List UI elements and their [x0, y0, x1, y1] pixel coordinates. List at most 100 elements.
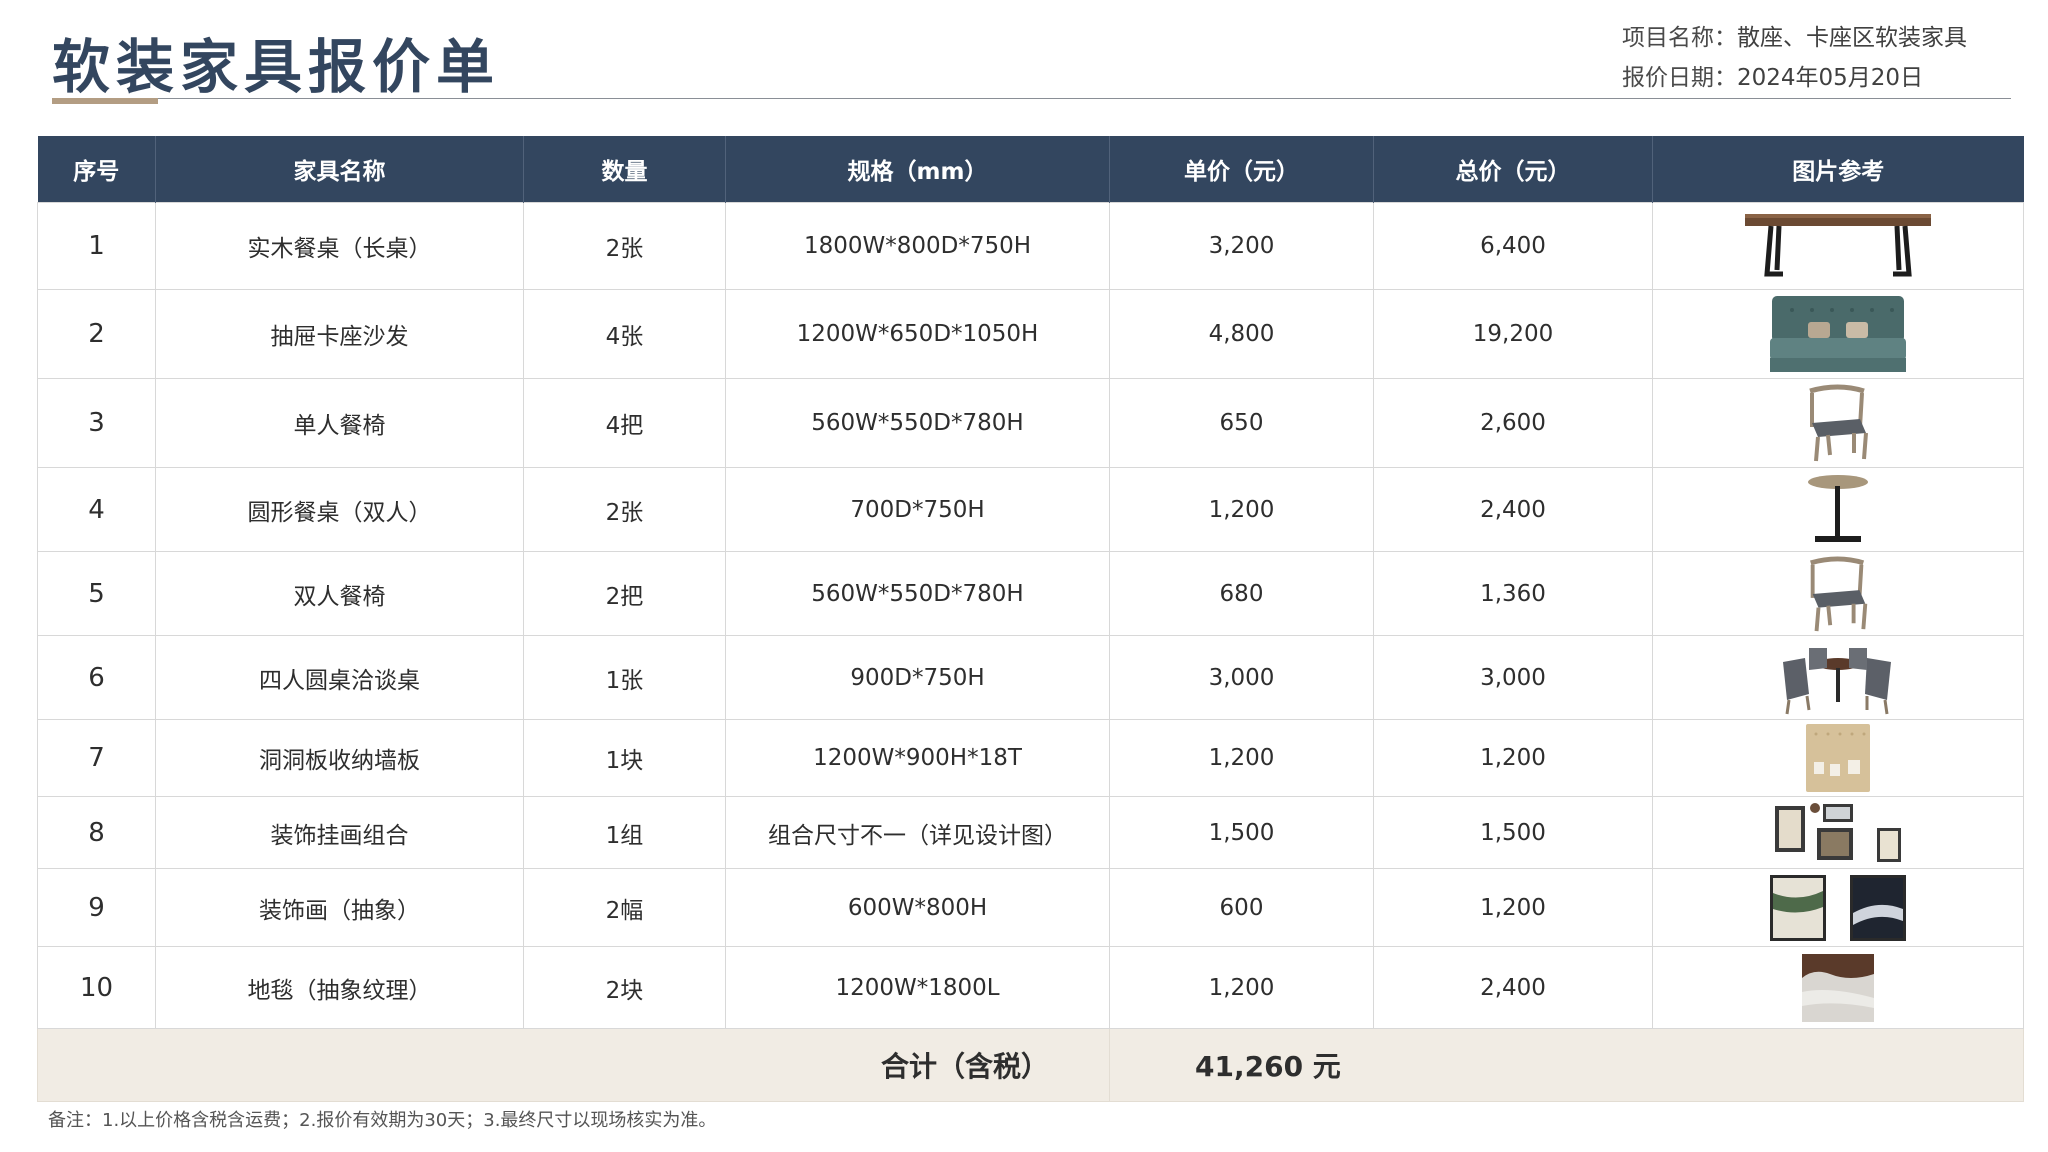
dining-chair-icon — [1809, 384, 1868, 462]
date-value: 2024年05月20日 — [1737, 65, 1924, 91]
col-header-unit-price: 单价（元） — [1109, 136, 1374, 203]
cell-total-price: 6,400 — [1373, 202, 1653, 290]
total-label: 合计（含税） — [37, 1028, 1110, 1102]
booth-sofa-icon — [1770, 296, 1906, 372]
cell-qty: 1组 — [523, 796, 726, 869]
table-row: 10 地毯（抽象纹理） 2块 1200W*1800L 1,200 2,400 — [37, 946, 2024, 1029]
cell-spec: 900D*750H — [725, 635, 1110, 720]
cell-unit-price: 4,800 — [1109, 289, 1374, 379]
cell-no: 1 — [37, 202, 156, 290]
date-label: 报价日期： — [1622, 65, 1737, 91]
cell-unit-price: 3,200 — [1109, 202, 1374, 290]
cell-name: 地毯（抽象纹理） — [155, 946, 524, 1029]
cell-no: 2 — [37, 289, 156, 379]
title-accent-bar — [52, 98, 158, 104]
cell-image — [1652, 868, 2024, 947]
cell-no: 6 — [37, 635, 156, 720]
cell-name: 装饰画（抽象） — [155, 868, 524, 947]
table-row: 9 装饰画（抽象） 2幅 600W*800H 600 1,200 — [37, 868, 2024, 947]
frame-gallery-icon — [1775, 802, 1901, 862]
table-header-row: 序号 家具名称 数量 规格（mm） 单价（元） 总价（元） 图片参考 — [37, 136, 2024, 203]
pegboard-icon — [1806, 724, 1870, 792]
dining-chair-icon — [1810, 555, 1868, 631]
total-row: 合计（含税） 41,260 元 — [37, 1028, 2024, 1102]
cell-qty: 4把 — [523, 378, 726, 468]
cell-image — [1652, 467, 2024, 552]
quote-table: 序号 家具名称 数量 规格（mm） 单价（元） 总价（元） 图片参考 1 实木餐… — [37, 136, 2024, 1102]
project-label: 项目名称： — [1622, 25, 1737, 51]
dining-table-icon — [1745, 214, 1931, 277]
cell-name: 圆形餐桌（双人） — [155, 467, 524, 552]
cell-qty: 2幅 — [523, 868, 726, 947]
cell-no: 9 — [37, 868, 156, 947]
table-row: 4 圆形餐桌（双人） 2张 700D*750H 1,200 2,400 — [37, 467, 2024, 552]
cell-total-price: 2,400 — [1373, 946, 1653, 1029]
cell-image — [1652, 202, 2024, 290]
cell-image — [1652, 635, 2024, 720]
cell-no: 8 — [37, 796, 156, 869]
cell-qty: 2块 — [523, 946, 726, 1029]
header-divider — [158, 98, 2011, 99]
cell-name: 实木餐桌（长桌） — [155, 202, 524, 290]
cell-no: 10 — [37, 946, 156, 1029]
table-row: 6 四人圆桌洽谈桌 1张 900D*750H 3,000 3,000 — [37, 635, 2024, 720]
cell-spec: 560W*550D*780H — [725, 551, 1110, 636]
round-table-icon — [1808, 474, 1868, 542]
cell-no: 4 — [37, 467, 156, 552]
cell-spec: 600W*800H — [725, 868, 1110, 947]
cell-qty: 2把 — [523, 551, 726, 636]
cell-no: 5 — [37, 551, 156, 636]
col-header-name: 家具名称 — [155, 136, 524, 203]
cell-total-price: 1,200 — [1373, 719, 1653, 797]
cell-spec: 1200W*650D*1050H — [725, 289, 1110, 379]
meeting-table-set-icon — [1783, 647, 1891, 714]
cell-name: 洞洞板收纳墙板 — [155, 719, 524, 797]
cell-qty: 4张 — [523, 289, 726, 379]
cell-no: 7 — [37, 719, 156, 797]
table-row: 8 装饰挂画组合 1组 组合尺寸不一（详见设计图） 1,500 1,500 — [37, 796, 2024, 869]
cell-total-price: 1,500 — [1373, 796, 1653, 869]
cell-spec: 1200W*1800L — [725, 946, 1110, 1029]
cell-unit-price: 1,500 — [1109, 796, 1374, 869]
footnote: 备注：1.以上价格含税含运费；2.报价有效期为30天；3.最终尺寸以现场核实为准… — [48, 1110, 717, 1131]
col-header-spec: 规格（mm） — [725, 136, 1110, 203]
cell-spec: 560W*550D*780H — [725, 378, 1110, 468]
page-title: 软装家具报价单 — [52, 33, 501, 101]
table-row: 5 双人餐椅 2把 560W*550D*780H 680 1,360 — [37, 551, 2024, 636]
cell-name: 抽屉卡座沙发 — [155, 289, 524, 379]
cell-qty: 1张 — [523, 635, 726, 720]
cell-unit-price: 1,200 — [1109, 946, 1374, 1029]
total-value: 41,260 元 — [1109, 1028, 2024, 1102]
cell-unit-price: 1,200 — [1109, 467, 1374, 552]
cell-image — [1652, 551, 2024, 636]
col-header-no: 序号 — [37, 136, 156, 203]
cell-name: 单人餐椅 — [155, 378, 524, 468]
cell-spec: 1800W*800D*750H — [725, 202, 1110, 290]
abstract-painting-icon — [1770, 874, 1906, 941]
cell-spec: 1200W*900H*18T — [725, 719, 1110, 797]
col-header-image: 图片参考 — [1652, 136, 2024, 203]
cell-qty: 1块 — [523, 719, 726, 797]
cell-total-price: 19,200 — [1373, 289, 1653, 379]
cell-total-price: 1,360 — [1373, 551, 1653, 636]
cell-name: 四人圆桌洽谈桌 — [155, 635, 524, 720]
quote-meta: 项目名称：散座、卡座区软装家具 报价日期：2024年05月20日 — [1622, 18, 2022, 98]
cell-image — [1652, 796, 2024, 869]
project-line: 项目名称：散座、卡座区软装家具 — [1622, 18, 2022, 58]
table-row: 2 抽屉卡座沙发 4张 1200W*650D*1050H 4,800 19,20… — [37, 289, 2024, 379]
cell-unit-price: 600 — [1109, 868, 1374, 947]
date-line: 报价日期：2024年05月20日 — [1622, 58, 2022, 98]
cell-no: 3 — [37, 378, 156, 468]
cell-image — [1652, 378, 2024, 468]
col-header-qty: 数量 — [523, 136, 726, 203]
cell-spec: 700D*750H — [725, 467, 1110, 552]
cell-spec: 组合尺寸不一（详见设计图） — [725, 796, 1110, 869]
cell-qty: 2张 — [523, 467, 726, 552]
cell-unit-price: 680 — [1109, 551, 1374, 636]
cell-qty: 2张 — [523, 202, 726, 290]
cell-name: 双人餐椅 — [155, 551, 524, 636]
project-value: 散座、卡座区软装家具 — [1737, 25, 1967, 51]
cell-total-price: 1,200 — [1373, 868, 1653, 947]
table-row: 7 洞洞板收纳墙板 1块 1200W*900H*18T 1,200 1,200 — [37, 719, 2024, 797]
cell-total-price: 2,600 — [1373, 378, 1653, 468]
